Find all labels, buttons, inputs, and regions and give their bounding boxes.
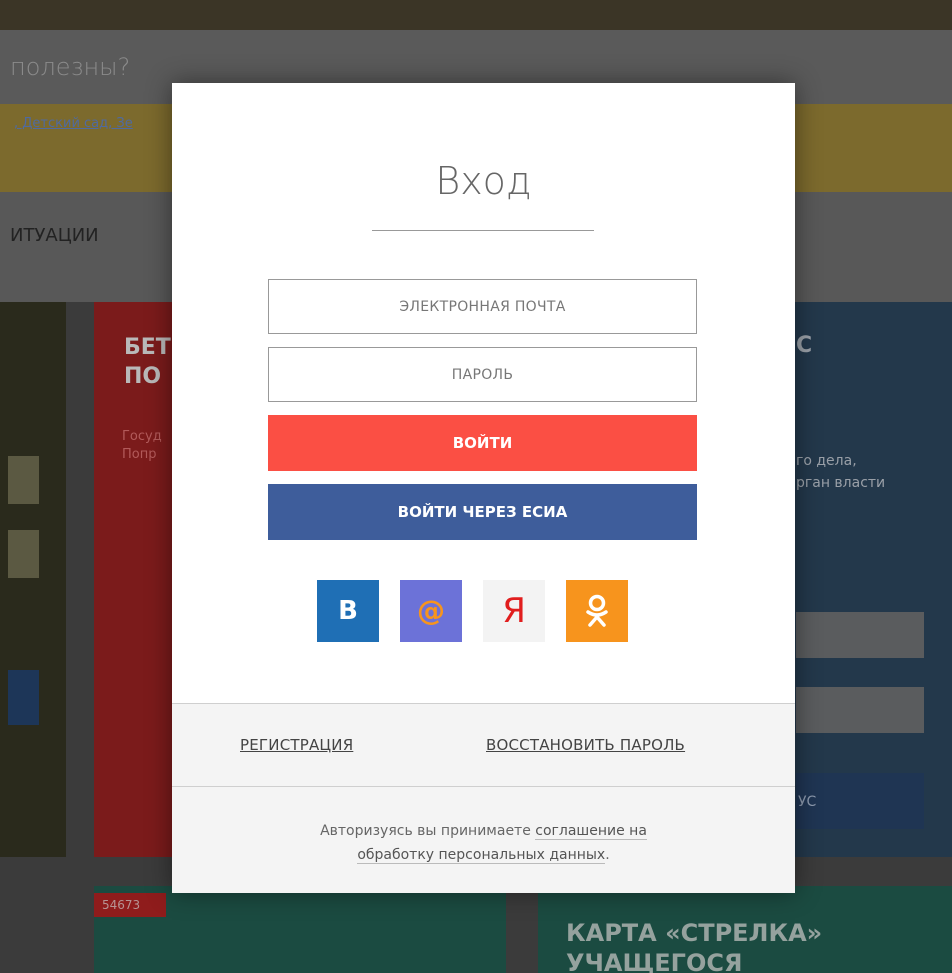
yandex-icon: Я: [502, 591, 526, 631]
bg-left-card: [0, 302, 66, 857]
vk-login-button[interactable]: B: [317, 580, 379, 642]
bg-right-card-text-line: го дела,: [796, 453, 857, 469]
footer-links: РЕГИСТРАЦИЯ ВОССТАНОВИТЬ ПАРОЛЬ: [172, 704, 795, 787]
bg-right-card-text: го дела, рган власти: [796, 450, 885, 494]
bg-left-input: [8, 456, 39, 504]
agreement-link-part-2[interactable]: обработку персональных данных: [357, 847, 606, 864]
agreement-prefix: Авторизуясь вы принимаете: [320, 823, 536, 839]
bg-bottom-right-title-line: УЧАЩЕГОСЯ: [566, 949, 743, 973]
agreement-suffix: .: [605, 847, 610, 863]
bg-left-input: [8, 530, 39, 578]
bg-red-card-sub-line: Госуд: [122, 429, 162, 444]
bg-red-card-title: БЕТ ПО: [124, 333, 174, 391]
agreement-text: Авторизуясь вы принимаете соглашение на …: [172, 819, 795, 867]
password-field[interactable]: [268, 347, 697, 402]
bg-right-card-title: С: [796, 333, 813, 358]
modal-title: Вход: [435, 159, 532, 203]
bg-left-button: [8, 670, 39, 725]
email-field[interactable]: [268, 279, 697, 334]
bg-bottom-right-title-line: КАРТА «СТРЕЛКА»: [566, 919, 823, 947]
esia-login-button[interactable]: ВОЙТИ ЧЕРЕЗ ЕСИА: [268, 484, 697, 540]
bg-red-card-title-line: БЕТ: [124, 335, 171, 360]
mailru-login-button[interactable]: @: [400, 580, 462, 642]
login-modal: Вход ВОЙТИ ВОЙТИ ЧЕРЕЗ ЕСИА B @ Я РЕГИСТ…: [172, 83, 795, 893]
register-link[interactable]: РЕГИСТРАЦИЯ: [240, 736, 353, 754]
agreement-link-part-1[interactable]: соглашение на: [535, 823, 647, 840]
title-divider: [372, 230, 594, 231]
social-login-row: B @ Я: [317, 580, 657, 642]
yandex-login-button[interactable]: Я: [483, 580, 545, 642]
bg-count-badge: 54673: [94, 893, 166, 917]
login-button[interactable]: ВОЙТИ: [268, 415, 697, 471]
svg-text:@: @: [417, 595, 445, 627]
bg-red-card-sub-line: Попр: [122, 447, 157, 462]
bg-red-card-title-line: ПО: [124, 364, 162, 389]
bg-right-input: [796, 687, 924, 733]
odnoklassniki-login-button[interactable]: [566, 580, 628, 642]
bg-red-card-sub: Госуд Попр: [122, 428, 172, 464]
bg-right-button-label: УС: [798, 794, 817, 810]
bg-header-text: полезны?: [10, 53, 131, 81]
bg-right-card-text-line: рган власти: [796, 475, 886, 491]
bg-right-input: [796, 612, 924, 658]
bg-bottom-right-title: КАРТА «СТРЕЛКА» УЧАЩЕГОСЯ: [566, 918, 822, 973]
bg-notice-link: , Детский сад, Зе: [14, 116, 133, 131]
bg-nav-text: ИТУАЦИИ: [10, 225, 99, 246]
vk-icon: B: [338, 596, 358, 626]
restore-password-link[interactable]: ВОССТАНОВИТЬ ПАРОЛЬ: [486, 736, 685, 754]
odnoklassniki-icon: [586, 594, 608, 627]
modal-footer: РЕГИСТРАЦИЯ ВОССТАНОВИТЬ ПАРОЛЬ Авторизу…: [172, 703, 795, 893]
bg-top-strip: [0, 0, 952, 30]
mailru-icon: @: [417, 595, 445, 627]
